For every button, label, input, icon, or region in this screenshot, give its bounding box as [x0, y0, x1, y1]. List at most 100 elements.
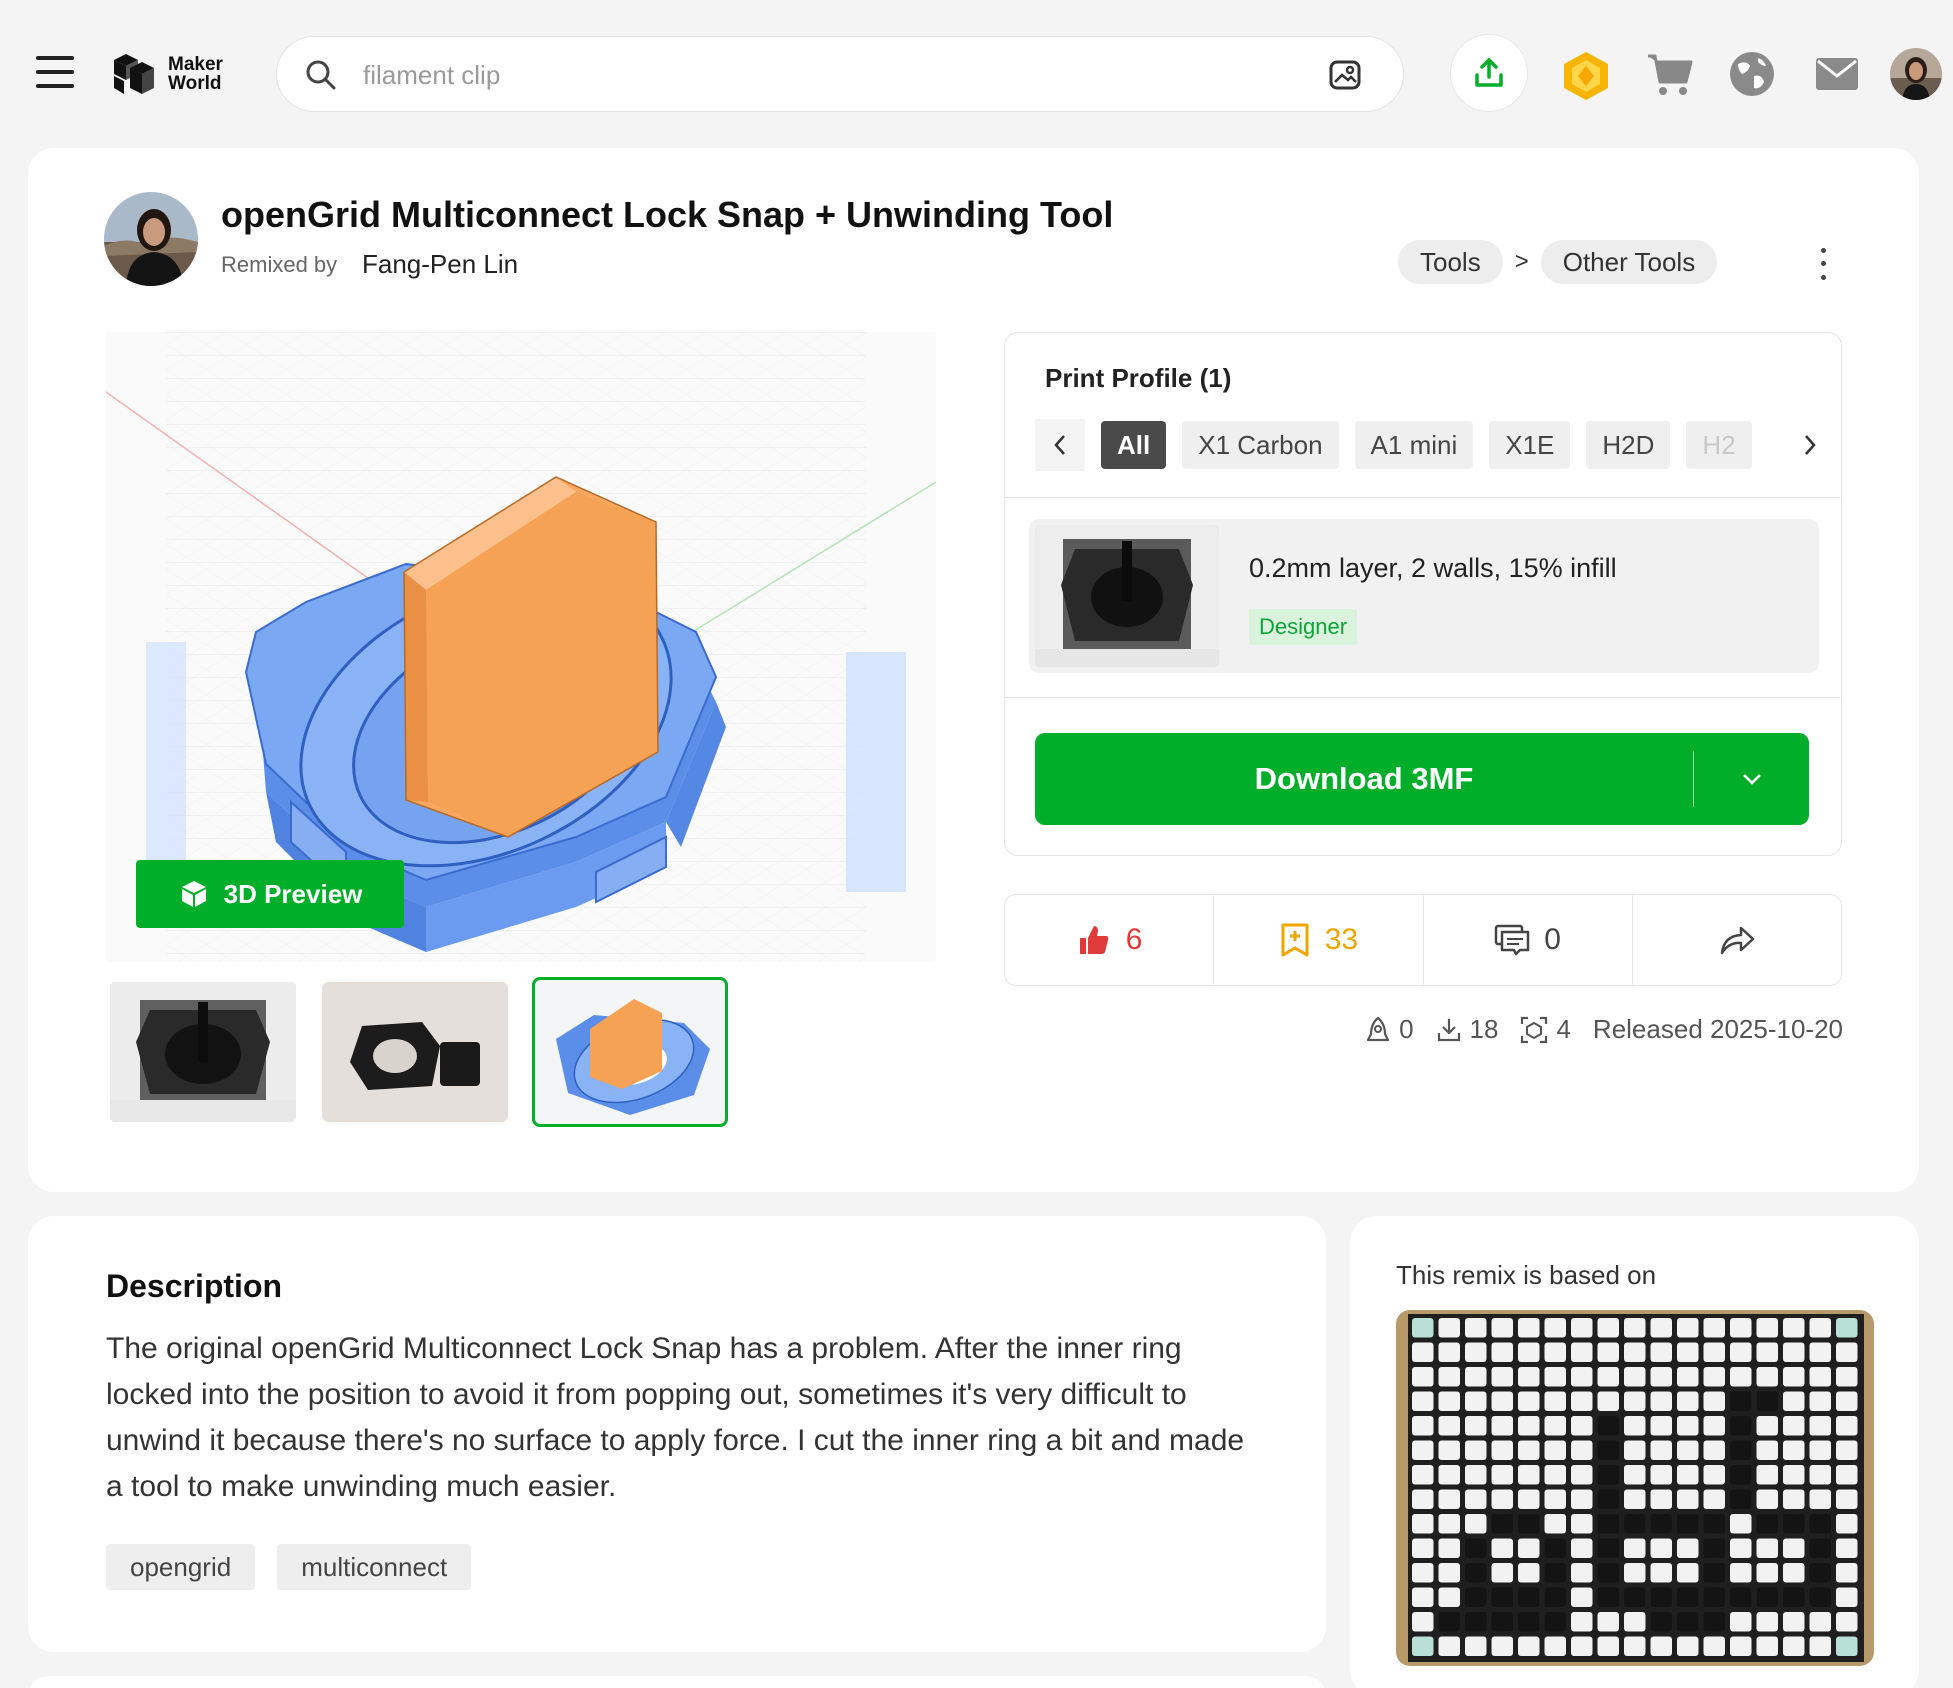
next-section-card: [28, 1676, 1326, 1688]
grid-tile: [1836, 1318, 1858, 1338]
search-input[interactable]: [363, 55, 1263, 95]
grid-tile: [1677, 1440, 1699, 1460]
grid-tile: [1544, 1489, 1566, 1509]
globe-icon[interactable]: [1728, 50, 1776, 98]
tabs-prev-button[interactable]: [1035, 419, 1085, 471]
grid-tile: [1518, 1391, 1540, 1411]
grid-tile: [1465, 1563, 1487, 1583]
grid-tile: [1518, 1514, 1540, 1534]
grid-tile: [1412, 1416, 1434, 1436]
tabs-next-button[interactable]: [1785, 419, 1835, 471]
grid-tile: [1491, 1563, 1513, 1583]
grid-tile: [1597, 1538, 1619, 1558]
tab-all[interactable]: All: [1101, 421, 1167, 469]
grid-tile: [1783, 1367, 1805, 1387]
grid-tile: [1465, 1514, 1487, 1534]
share-button[interactable]: [1633, 895, 1841, 985]
grid-tile: [1571, 1514, 1593, 1534]
grid-tile: [1756, 1465, 1778, 1485]
grid-tile: [1730, 1489, 1752, 1509]
comment-count: 0: [1544, 923, 1561, 956]
grid-tile: [1783, 1318, 1805, 1338]
menu-icon[interactable]: [36, 56, 74, 88]
grid-tile: [1809, 1636, 1831, 1656]
grid-tile: [1703, 1563, 1725, 1583]
grid-tile: [1624, 1391, 1646, 1411]
more-options-icon[interactable]: [1808, 244, 1838, 284]
grid-tile: [1650, 1440, 1672, 1460]
tab-h2[interactable]: H2: [1686, 421, 1752, 469]
tab-x1-carbon[interactable]: X1 Carbon: [1182, 421, 1339, 469]
grid-tile: [1730, 1318, 1752, 1338]
thumbnail-1[interactable]: [110, 982, 296, 1122]
grid-tile: [1491, 1489, 1513, 1509]
cart-icon[interactable]: [1646, 52, 1694, 98]
download-icon: [1437, 1018, 1460, 1041]
print-profile-title: Print Profile (1): [1045, 363, 1232, 393]
grid-tile: [1438, 1489, 1460, 1509]
grid-tile: [1544, 1342, 1566, 1362]
grid-tile: [1836, 1612, 1858, 1632]
collect-button[interactable]: 33: [1214, 895, 1424, 985]
grid-tile: [1518, 1367, 1540, 1387]
profile-title: 0.2mm layer, 2 walls, 15% infill: [1249, 553, 1617, 583]
remix-source-image[interactable]: [1396, 1310, 1874, 1666]
grid-tile: [1412, 1563, 1434, 1583]
grid-tile: [1491, 1514, 1513, 1534]
grid-tile: [1412, 1587, 1434, 1607]
download-dropdown-button[interactable]: [1694, 733, 1809, 825]
print-profile-item[interactable]: 0.2mm layer, 2 walls, 15% infill Designe…: [1029, 519, 1819, 673]
3d-preview-button[interactable]: 3D Preview: [136, 860, 404, 928]
grid-tile: [1783, 1563, 1805, 1583]
breadcrumb: Tools > Other Tools: [1398, 240, 1718, 284]
user-avatar[interactable]: [1890, 48, 1942, 100]
breadcrumb-tools[interactable]: Tools: [1398, 240, 1503, 284]
tab-x1e[interactable]: X1E: [1489, 421, 1571, 469]
grid-tile: [1650, 1465, 1672, 1485]
grid-tile: [1624, 1416, 1646, 1436]
thumbnail-2[interactable]: [322, 982, 508, 1122]
rocket-icon: [1366, 1016, 1390, 1041]
grid-tile: [1465, 1587, 1487, 1607]
grid-tile: [1756, 1489, 1778, 1509]
release-date: Released 2025-10-20: [1592, 1014, 1843, 1044]
download-3mf-button[interactable]: Download 3MF: [1035, 733, 1809, 825]
image-search-icon[interactable]: [1327, 57, 1363, 93]
grid-tile: [1809, 1367, 1831, 1387]
grid-tile: [1836, 1416, 1858, 1436]
grid-tile: [1677, 1514, 1699, 1534]
remix-source-card: This remix is based on: [1350, 1216, 1919, 1688]
author-avatar[interactable]: [104, 192, 198, 286]
grid-tile: [1544, 1612, 1566, 1632]
description-heading: Description: [106, 1268, 283, 1304]
print-scan-icon: [1521, 1016, 1548, 1043]
grid-tile: [1756, 1514, 1778, 1534]
makerworld-logo[interactable]: Maker World: [110, 50, 223, 98]
tag-multiconnect[interactable]: multiconnect: [277, 1544, 472, 1590]
grid-tile: [1518, 1465, 1540, 1485]
tab-h2d[interactable]: H2D: [1586, 421, 1671, 469]
points-gem-icon[interactable]: [1560, 50, 1612, 102]
grid-tile: [1703, 1391, 1725, 1411]
grid-tile: [1677, 1318, 1699, 1338]
tab-a1-mini[interactable]: A1 mini: [1354, 421, 1474, 469]
grid-tile: [1703, 1465, 1725, 1485]
comment-button[interactable]: 0: [1424, 895, 1633, 985]
grid-tile: [1730, 1440, 1752, 1460]
grid-tile: [1836, 1342, 1858, 1362]
grid-tile: [1571, 1489, 1593, 1509]
grid-tile: [1677, 1391, 1699, 1411]
grid-tile: [1730, 1636, 1752, 1656]
grid-tile: [1518, 1318, 1540, 1338]
breadcrumb-other-tools[interactable]: Other Tools: [1540, 240, 1718, 284]
thumbnail-3-selected[interactable]: [532, 977, 728, 1127]
grid-tile: [1783, 1587, 1805, 1607]
designer-badge: Designer: [1249, 609, 1358, 645]
divider: [1005, 697, 1841, 698]
mail-icon[interactable]: [1814, 54, 1860, 94]
tag-opengrid[interactable]: opengrid: [106, 1544, 256, 1590]
upload-button[interactable]: [1450, 34, 1528, 112]
grid-tile: [1544, 1391, 1566, 1411]
like-button[interactable]: 6: [1005, 895, 1215, 985]
author-name-link[interactable]: Fang-Pen Lin: [362, 249, 518, 280]
